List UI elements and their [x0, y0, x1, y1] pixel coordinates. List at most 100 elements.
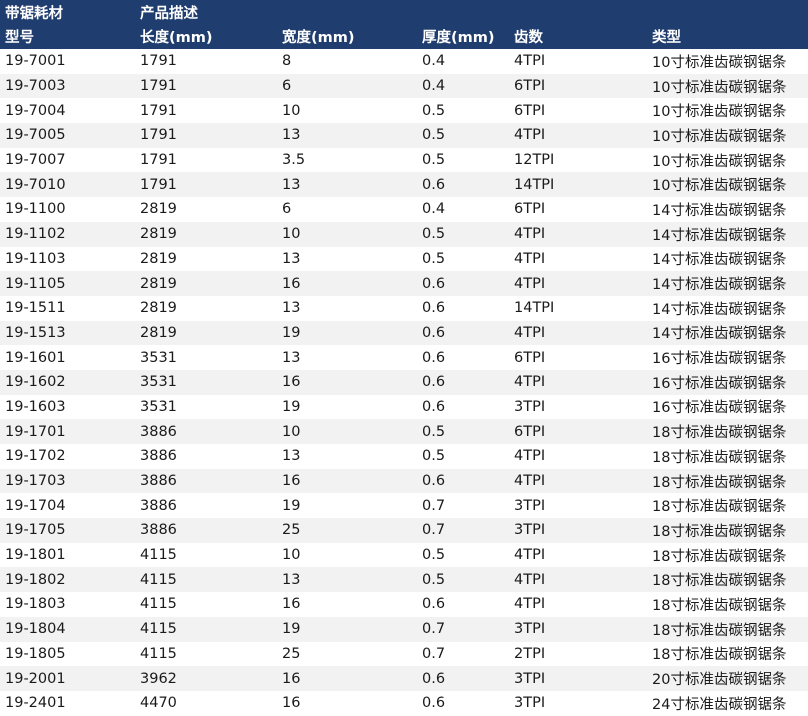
group-header-description: 产品描述	[140, 5, 198, 22]
cell-type: 14寸标准齿碳钢锯条	[652, 252, 787, 269]
cell-length: 3886	[140, 522, 177, 539]
column-header-teeth: 齿数	[514, 30, 543, 47]
cell-type: 10寸标准齿碳钢锯条	[652, 178, 787, 195]
cell-type: 16寸标准齿碳钢锯条	[652, 400, 787, 417]
cell-model: 19-1704	[5, 497, 66, 514]
table-row: 19-7004 1791 10 0.5 6TPI 10寸标准齿碳钢锯条	[0, 98, 808, 124]
table-row: 19-1705 3886 25 0.7 3TPI 18寸标准齿碳钢锯条	[0, 518, 808, 543]
table-row: 19-1105 2819 16 0.6 4TPI 14寸标准齿碳钢锯条	[0, 271, 808, 296]
cell-type: 18寸标准齿碳钢锯条	[652, 597, 787, 614]
cell-type: 18寸标准齿碳钢锯条	[652, 548, 787, 565]
cell-model: 19-1103	[5, 250, 66, 267]
cell-width: 25	[282, 522, 301, 539]
cell-width: 13	[282, 250, 301, 267]
cell-length: 3886	[140, 497, 177, 514]
cell-width: 10	[282, 102, 301, 119]
cell-thickness: 0.5	[422, 571, 446, 588]
cell-thickness: 0.5	[422, 226, 446, 243]
cell-length: 1791	[140, 102, 177, 119]
cell-length: 3531	[140, 398, 177, 415]
table-row: 19-1602 3531 16 0.6 4TPI 16寸标准齿碳钢锯条	[0, 369, 808, 395]
cell-thickness: 0.6	[422, 596, 446, 613]
cell-teeth: 4TPI	[514, 250, 546, 267]
cell-length: 2819	[140, 226, 177, 243]
table-row: 19-1805 4115 25 0.7 2TPI 18寸标准齿碳钢锯条	[0, 641, 808, 667]
cell-model: 19-7010	[5, 176, 66, 193]
cell-teeth: 6TPI	[514, 201, 546, 218]
table-row: 19-7010 1791 13 0.6 14TPI 10寸标准齿碳钢锯条	[0, 172, 808, 198]
cell-thickness: 0.6	[422, 349, 446, 366]
table-row: 19-1803 4115 16 0.6 4TPI 18寸标准齿碳钢锯条	[0, 592, 808, 617]
cell-type: 14寸标准齿碳钢锯条	[652, 277, 787, 294]
table-row: 19-1802 4115 13 0.5 4TPI 18寸标准齿碳钢锯条	[0, 567, 808, 593]
cell-width: 10	[282, 226, 301, 243]
cell-teeth: 3TPI	[514, 695, 546, 712]
cell-teeth: 3TPI	[514, 398, 546, 415]
cell-teeth: 4TPI	[514, 596, 546, 613]
cell-length: 1791	[140, 127, 177, 144]
cell-teeth: 4TPI	[514, 473, 546, 490]
cell-teeth: 4TPI	[514, 226, 546, 243]
cell-type: 16寸标准齿碳钢锯条	[652, 375, 787, 392]
cell-length: 2819	[140, 324, 177, 341]
cell-model: 19-1703	[5, 473, 66, 490]
cell-thickness: 0.6	[422, 695, 446, 712]
group-header-empty	[509, 0, 647, 25]
table-row: 19-1703 3886 16 0.6 4TPI 18寸标准齿碳钢锯条	[0, 468, 808, 494]
cell-teeth: 3TPI	[514, 522, 546, 539]
cell-type: 18寸标准齿碳钢锯条	[652, 474, 787, 491]
cell-length: 4115	[140, 596, 177, 613]
cell-length: 4470	[140, 695, 177, 712]
cell-width: 16	[282, 596, 301, 613]
cell-length: 2819	[140, 201, 177, 218]
cell-model: 19-1105	[5, 275, 66, 292]
cell-length: 1791	[140, 176, 177, 193]
cell-type: 14寸标准齿碳钢锯条	[652, 326, 787, 343]
cell-thickness: 0.6	[422, 324, 446, 341]
cell-model: 19-1801	[5, 547, 66, 564]
cell-type: 18寸标准齿碳钢锯条	[652, 573, 787, 590]
cell-type: 18寸标准齿碳钢锯条	[652, 523, 787, 540]
cell-type: 18寸标准齿碳钢锯条	[652, 499, 787, 516]
cell-type: 18寸标准齿碳钢锯条	[652, 647, 787, 664]
cell-thickness: 0.5	[422, 448, 446, 465]
cell-model: 19-7007	[5, 152, 66, 169]
table-row: 19-7001 1791 8 0.4 4TPI 10寸标准齿碳钢锯条	[0, 49, 808, 74]
cell-width: 10	[282, 547, 301, 564]
column-header-type: 类型	[652, 30, 681, 47]
group-header-empty	[277, 0, 417, 25]
cell-width: 19	[282, 324, 301, 341]
cell-type: 20寸标准齿碳钢锯条	[652, 672, 787, 689]
cell-type: 16寸标准齿碳钢锯条	[652, 351, 787, 368]
cell-width: 8	[282, 53, 292, 70]
table-row: 19-1704 3886 19 0.7 3TPI 18寸标准齿碳钢锯条	[0, 493, 808, 519]
cell-thickness: 0.4	[422, 78, 446, 95]
cell-length: 3531	[140, 349, 177, 366]
cell-length: 3531	[140, 374, 177, 391]
cell-teeth: 2TPI	[514, 645, 546, 662]
cell-thickness: 0.5	[422, 102, 446, 119]
cell-teeth: 4TPI	[514, 571, 546, 588]
cell-teeth: 6TPI	[514, 102, 546, 119]
table-row: 19-1603 3531 19 0.6 3TPI 16寸标准齿碳钢锯条	[0, 394, 808, 420]
cell-model: 19-7004	[5, 102, 66, 119]
cell-model: 19-1705	[5, 522, 66, 539]
table-row: 19-1103 2819 13 0.5 4TPI 14寸标准齿碳钢锯条	[0, 246, 808, 272]
cell-width: 19	[282, 497, 301, 514]
group-header-empty	[417, 0, 509, 25]
cell-thickness: 0.6	[422, 473, 446, 490]
table-row: 19-7003 1791 6 0.4 6TPI 10寸标准齿碳钢锯条	[0, 73, 808, 99]
cell-teeth: 3TPI	[514, 497, 546, 514]
cell-teeth: 4TPI	[514, 53, 546, 70]
cell-width: 25	[282, 645, 301, 662]
cell-length: 4115	[140, 621, 177, 638]
cell-length: 1791	[140, 78, 177, 95]
cell-thickness: 0.6	[422, 398, 446, 415]
cell-thickness: 0.5	[422, 152, 446, 169]
table-row: 19-2001 3962 16 0.6 3TPI 20寸标准齿碳钢锯条	[0, 666, 808, 691]
cell-width: 16	[282, 473, 301, 490]
column-header-model: 型号	[5, 30, 34, 47]
group-header-consumables: 带锯耗材	[5, 5, 63, 22]
cell-teeth: 4TPI	[514, 324, 546, 341]
cell-model: 19-1804	[5, 621, 66, 638]
